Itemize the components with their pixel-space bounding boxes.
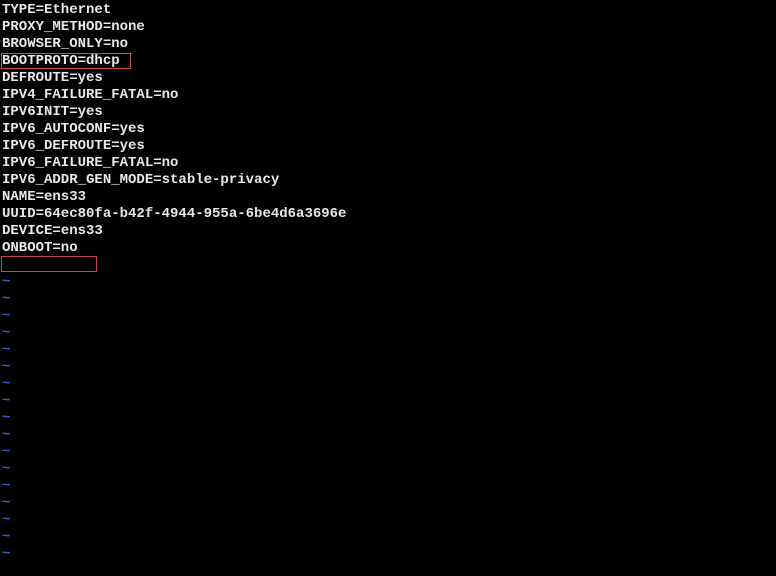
config-line: IPV4_FAILURE_FATAL=no xyxy=(2,87,776,104)
vi-tilde-line: ~ xyxy=(2,478,776,495)
config-line: NAME=ens33 xyxy=(2,189,776,206)
vi-tilde-line: ~ xyxy=(2,393,776,410)
config-line: TYPE=Ethernet xyxy=(2,2,776,19)
vi-tilde-line: ~ xyxy=(2,274,776,291)
config-line-onboot: ONBOOT=no xyxy=(2,240,776,257)
config-line: IPV6_AUTOCONF=yes xyxy=(2,121,776,138)
vi-tilde-line: ~ xyxy=(2,359,776,376)
config-line: UUID=64ec80fa-b42f-4944-955a-6be4d6a3696… xyxy=(2,206,776,223)
vi-tilde-line: ~ xyxy=(2,529,776,546)
vi-tilde-line: ~ xyxy=(2,410,776,427)
vi-tilde-line: ~ xyxy=(2,291,776,308)
vi-tilde-line: ~ xyxy=(2,444,776,461)
vi-tilde-line: ~ xyxy=(2,495,776,512)
vi-tilde-line: ~ xyxy=(2,325,776,342)
config-line: IPV6_FAILURE_FATAL=no xyxy=(2,155,776,172)
terminal-editor[interactable]: TYPE=Ethernet PROXY_METHOD=none BROWSER_… xyxy=(2,2,776,563)
vi-tilde-line: ~ xyxy=(2,546,776,563)
config-line: IPV6INIT=yes xyxy=(2,104,776,121)
vi-tilde-line: ~ xyxy=(2,512,776,529)
config-line: IPV6_DEFROUTE=yes xyxy=(2,138,776,155)
vi-tilde-line: ~ xyxy=(2,308,776,325)
config-line: BROWSER_ONLY=no xyxy=(2,36,776,53)
config-line: DEFROUTE=yes xyxy=(2,70,776,87)
vi-tilde-line: ~ xyxy=(2,342,776,359)
config-line: DEVICE=ens33 xyxy=(2,223,776,240)
empty-line xyxy=(2,257,776,274)
config-line: PROXY_METHOD=none xyxy=(2,19,776,36)
config-line-bootproto: BOOTPROTO=dhcp xyxy=(2,53,776,70)
vi-tilde-line: ~ xyxy=(2,461,776,478)
vi-tilde-line: ~ xyxy=(2,427,776,444)
vi-tilde-line: ~ xyxy=(2,376,776,393)
config-line: IPV6_ADDR_GEN_MODE=stable-privacy xyxy=(2,172,776,189)
